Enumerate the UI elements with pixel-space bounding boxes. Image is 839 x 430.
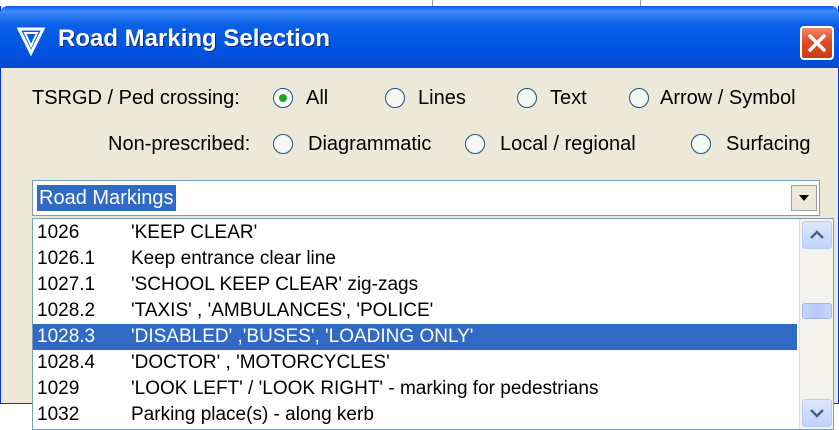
window-title: Road Marking Selection: [58, 25, 331, 52]
list-item[interactable]: 1027.1 'SCHOOL KEEP CLEAR' zig-zags: [33, 272, 797, 298]
list-item-description: 'DISABLED' ,'BUSES', 'LOADING ONLY': [131, 326, 474, 347]
category-combobox[interactable]: Road Markings: [32, 180, 820, 216]
scroll-down-button[interactable]: [802, 399, 832, 427]
list-item[interactable]: 1026 'KEEP CLEAR': [33, 220, 797, 246]
list-item-code: 1026: [37, 222, 80, 243]
scroll-up-button[interactable]: [802, 221, 832, 249]
radio-lines-label[interactable]: Lines: [418, 86, 466, 110]
list-item-description: 'LOOK LEFT' / 'LOOK RIGHT' - marking for…: [131, 378, 599, 399]
radio-local-regional-label[interactable]: Local / regional: [500, 132, 636, 156]
list-item-code: 1028.2: [37, 300, 96, 321]
list-item[interactable]: 1028.3 'DISABLED' ,'BUSES', 'LOADING ONLY…: [33, 324, 797, 350]
list-item-description: 'KEEP CLEAR': [131, 222, 258, 243]
radio-arrow-symbol[interactable]: [628, 87, 650, 109]
list-item-code: 1027.1: [37, 274, 96, 295]
list-item-code: 1029: [37, 378, 80, 399]
radio-lines[interactable]: [384, 87, 406, 109]
radio-text[interactable]: [516, 87, 538, 109]
radio-surfacing[interactable]: [690, 133, 712, 155]
close-button[interactable]: [800, 26, 834, 60]
list-item-description: 'SCHOOL KEEP CLEAR' zig-zags: [131, 274, 419, 295]
list-item[interactable]: 1032 Parking place(s) - along kerb: [33, 402, 797, 428]
tsrgd-label: TSRGD / Ped crossing:: [32, 87, 240, 109]
funnel-icon: [16, 26, 46, 57]
list-item-description: Keep entrance clear line: [131, 248, 336, 269]
list-item-code: 1028.4: [37, 352, 96, 373]
list-item-code: 1026.1: [37, 248, 96, 269]
vertical-scrollbar[interactable]: [799, 219, 833, 429]
combobox-value[interactable]: Road Markings: [37, 185, 176, 211]
combobox-dropdown-button[interactable]: [791, 185, 817, 211]
title-bar[interactable]: Road Marking Selection: [0, 6, 839, 68]
scroll-thumb[interactable]: [802, 303, 832, 319]
radio-diagrammatic-label[interactable]: Diagrammatic: [308, 132, 431, 156]
radio-all-label[interactable]: All: [306, 86, 328, 110]
radio-surfacing-label[interactable]: Surfacing: [726, 132, 811, 156]
list-item-description: Parking place(s) - along kerb: [131, 404, 374, 425]
list-item-description: 'DOCTOR' , 'MOTORCYCLES': [131, 352, 390, 373]
list-item[interactable]: 1029 'LOOK LEFT' / 'LOOK RIGHT' - marking…: [33, 376, 797, 402]
radio-text-label[interactable]: Text: [550, 86, 587, 110]
radio-arrow-symbol-label[interactable]: Arrow / Symbol: [660, 86, 796, 110]
marking-listbox[interactable]: 1026 'KEEP CLEAR' 1026.1 Keep entrance clea…: [32, 218, 834, 430]
list-item[interactable]: 1028.2 'TAXIS' , 'AMBULANCES', 'POLICE': [33, 298, 797, 324]
non-prescribed-label: Non-prescribed:: [108, 133, 251, 155]
radio-diagrammatic[interactable]: [272, 133, 294, 155]
list-item-code: 1032: [37, 404, 80, 425]
list-item-description: 'TAXIS' , 'AMBULANCES', 'POLICE': [131, 300, 434, 321]
radio-all[interactable]: [272, 87, 294, 109]
radio-local-regional[interactable]: [464, 133, 486, 155]
list-item-code: 1028.3: [37, 326, 96, 347]
list-item[interactable]: 1026.1 Keep entrance clear line: [33, 246, 797, 272]
list-item[interactable]: 1028.4 'DOCTOR' , 'MOTORCYCLES': [33, 350, 797, 376]
